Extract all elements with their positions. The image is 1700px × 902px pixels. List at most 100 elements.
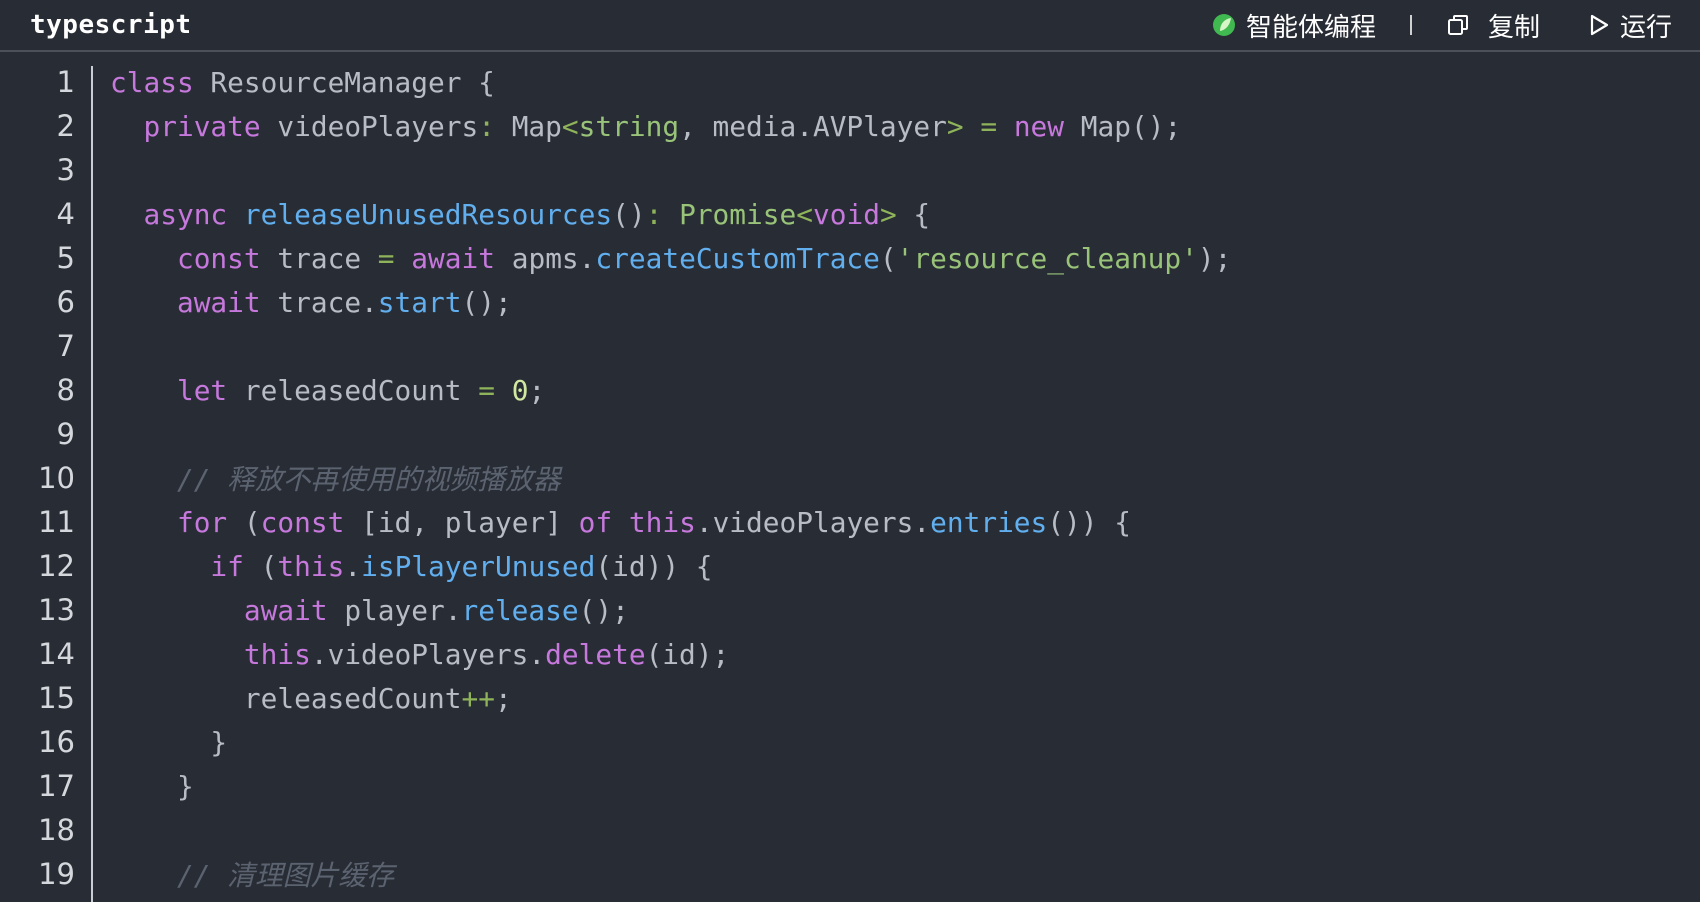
code-token: // 释放不再使用的视频播放器 (176, 463, 561, 496)
code-token: ; (494, 681, 512, 715)
code-text: class ResourceManager { (110, 66, 495, 99)
line-number: 1 (56, 65, 75, 99)
code-token: createCustomTrace (595, 241, 880, 275)
code-token: Map(); (1064, 109, 1182, 143)
line-number: 14 (38, 637, 75, 671)
line-number: 19 (38, 857, 75, 891)
code-token: (); (461, 285, 512, 319)
code-token: ResourceManager { (193, 65, 495, 99)
agent-coding-label: 智能体编程 (1245, 12, 1376, 43)
code-token: 'resource_cleanup' (896, 241, 1198, 275)
code-token: : (478, 109, 512, 143)
code-token: ; (528, 373, 546, 407)
code-token: isPlayerUnused (361, 549, 596, 583)
code-token: // 清理图片缓存 (176, 859, 394, 892)
line-number: 8 (56, 373, 75, 407)
line-number: 15 (38, 681, 75, 715)
code-token: for (176, 505, 228, 539)
line-number: 2 (56, 109, 75, 143)
code-line: 10 // 释放不再使用的视频播放器 (0, 456, 1700, 500)
code-token: () (612, 197, 646, 231)
code-token: this (628, 505, 696, 539)
line-number: 16 (38, 725, 75, 759)
line-number: 6 (56, 285, 75, 319)
code-text: // 释放不再使用的视频播放器 (110, 458, 561, 498)
code-token: } (110, 769, 194, 803)
code-actions: 智能体编程 复制 运行 (1212, 7, 1672, 44)
code-token: await (411, 241, 495, 275)
code-token: ); (1197, 241, 1232, 275)
code-token: releasedCount (110, 681, 462, 715)
code-line: 16 } (0, 720, 1700, 764)
language-label: typescript (30, 10, 192, 40)
code-token: release (461, 593, 579, 627)
code-text: await player.release(); (110, 594, 629, 627)
code-token: 0 (511, 373, 529, 407)
code-token: < (796, 197, 813, 231)
code-editor[interactable]: 1 class ResourceManager {2 private videoP… (0, 52, 1700, 902)
code-token: apms. (494, 241, 596, 275)
code-token: string (578, 109, 680, 143)
code-text: let releasedCount = 0; (110, 374, 545, 407)
code-token: await (176, 285, 261, 319)
agent-coding-button[interactable]: 智能体编程 (1212, 7, 1376, 44)
code-token: let (176, 373, 228, 407)
code-token: if (210, 549, 244, 583)
code-token: this (277, 549, 345, 583)
agent-leaf-icon (1212, 13, 1236, 37)
code-token: trace. (260, 285, 378, 319)
code-line: 13 await player.release(); (0, 588, 1700, 632)
code-token: player. (327, 593, 462, 627)
code-token: Promise (679, 197, 797, 231)
code-token: = (963, 109, 1014, 143)
copy-icon (1446, 13, 1470, 37)
code-token: trace (260, 241, 378, 275)
line-number: 18 (38, 813, 75, 847)
code-token: > (946, 109, 964, 143)
code-line: 7 (0, 324, 1700, 368)
code-line: 18 (0, 808, 1700, 852)
line-number: 5 (56, 241, 75, 275)
code-token: = (478, 373, 495, 407)
code-line: 5 const trace = await apms.createCustomT… (0, 236, 1700, 280)
code-block: typescript 智能体编程 复制 运行 1 class ResourceM… (0, 0, 1700, 902)
divider (1409, 15, 1412, 35)
code-token: of (578, 505, 613, 539)
code-token: { (896, 197, 931, 231)
code-line: 12 if (this.isPlayerUnused(id)) { (0, 544, 1700, 588)
code-token: > (879, 197, 897, 231)
code-token: void (812, 197, 880, 231)
code-text: } (110, 726, 227, 759)
copy-button[interactable]: 复制 (1446, 7, 1540, 44)
code-text: // 清理图片缓存 (110, 854, 394, 894)
line-number: 7 (56, 329, 75, 363)
play-icon (1588, 13, 1610, 37)
code-line: 17 } (0, 764, 1700, 808)
code-token: .videoPlayers. (310, 637, 546, 671)
code-text: } (110, 770, 194, 803)
line-number: 13 (38, 593, 75, 627)
code-block-header: typescript 智能体编程 复制 运行 (0, 0, 1700, 52)
code-line: 19 // 清理图片缓存 (0, 852, 1700, 896)
code-text: const trace = await apms.createCustomTra… (110, 242, 1231, 275)
code-token: delete (545, 637, 646, 671)
line-number: 12 (38, 549, 75, 583)
code-token: = (377, 241, 395, 275)
code-token: videoPlayers (260, 109, 479, 143)
code-token: const (260, 505, 345, 539)
run-button[interactable]: 运行 (1588, 7, 1672, 44)
code-token: ()) { (1047, 505, 1131, 539)
code-line: 1 class ResourceManager { (0, 60, 1700, 104)
code-text: async releaseUnusedResources(): Promise<… (110, 198, 930, 231)
code-token: new (1013, 109, 1065, 143)
code-line: 15 releasedCount++; (0, 676, 1700, 720)
